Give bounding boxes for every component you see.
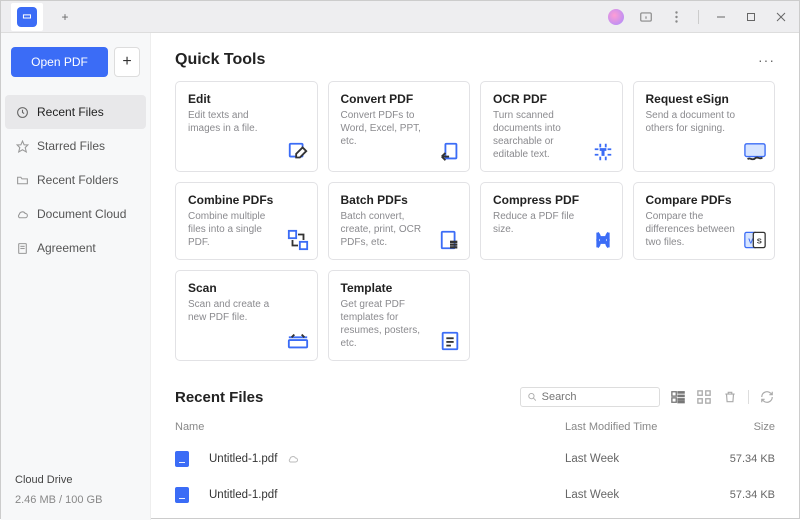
tool-desc: Scan and create a new PDF file. <box>188 298 283 324</box>
cloud-icon <box>15 207 29 221</box>
kebab-menu-icon[interactable] <box>668 9 684 25</box>
col-name: Name <box>175 421 565 433</box>
compress-icon <box>592 229 614 251</box>
add-button[interactable]: + <box>114 47 140 77</box>
star-icon <box>15 139 29 153</box>
tool-title: Request eSign <box>646 92 763 106</box>
recent-files-title: Recent Files <box>175 389 263 406</box>
tool-title: Convert PDF <box>341 92 458 106</box>
compare-icon: VS <box>744 229 766 251</box>
tool-desc: Edit texts and images in a file. <box>188 109 283 135</box>
refresh-icon[interactable] <box>759 389 775 405</box>
grid-view-icon[interactable] <box>696 389 712 405</box>
scan-icon <box>287 330 309 352</box>
cloud-drive-info: Cloud Drive 2.46 MB / 100 GB <box>1 464 150 520</box>
template-icon <box>439 330 461 352</box>
tool-title: Template <box>341 281 458 295</box>
delete-icon[interactable] <box>722 389 738 405</box>
col-size: Size <box>705 421 775 433</box>
tool-desc: Convert PDFs to Word, Excel, PPT, etc. <box>341 109 436 148</box>
new-tab-button[interactable]: + <box>57 9 73 25</box>
col-modified: Last Modified Time <box>565 421 705 433</box>
quick-tools-more[interactable]: ··· <box>758 52 775 68</box>
tool-desc: Compare the differences between two file… <box>646 210 741 249</box>
file-size: 57.34 KB <box>705 453 775 465</box>
tool-desc: Turn scanned documents into searchable o… <box>493 109 588 161</box>
sidebar-item-agreement[interactable]: Agreement <box>1 231 150 265</box>
ocr-icon: T <box>592 141 614 163</box>
file-name: Untitled-1.pdf <box>209 489 277 501</box>
sidebar-item-label: Starred Files <box>37 139 105 153</box>
tool-card-scan[interactable]: Scan Scan and create a new PDF file. <box>175 270 318 361</box>
tool-card-compress-pdf[interactable]: Compress PDF Reduce a PDF file size. <box>480 182 623 260</box>
file-name: Untitled-1.pdf <box>209 453 277 465</box>
title-bar: ▭ + <box>1 1 799 33</box>
tool-desc: Get great PDF templates for resumes, pos… <box>341 298 436 350</box>
file-modified: Last Week <box>565 489 705 501</box>
sidebar-item-label: Recent Files <box>37 105 104 119</box>
tool-title: Edit <box>188 92 305 106</box>
folder-icon <box>15 173 29 187</box>
search-box[interactable] <box>520 387 660 407</box>
svg-text:T: T <box>600 148 605 157</box>
tool-desc: Send a document to others for signing. <box>646 109 741 135</box>
cloud-drive-title: Cloud Drive <box>15 474 136 486</box>
tool-title: OCR PDF <box>493 92 610 106</box>
edit-icon <box>287 141 309 163</box>
cloud-drive-usage: 2.46 MB / 100 GB <box>15 494 136 506</box>
svg-text:S: S <box>757 236 762 245</box>
tool-title: Compare PDFs <box>646 193 763 207</box>
tool-title: Batch PDFs <box>341 193 458 207</box>
esign-icon <box>744 141 766 163</box>
doc-icon <box>15 241 29 255</box>
pdf-file-icon <box>175 451 189 467</box>
open-pdf-button[interactable]: Open PDF <box>11 47 108 77</box>
tool-card-combine-pdfs[interactable]: Combine PDFs Combine multiple files into … <box>175 182 318 260</box>
sidebar-item-label: Document Cloud <box>37 207 126 221</box>
cloud-indicator-icon <box>287 453 299 465</box>
tool-desc: Combine multiple files into a single PDF… <box>188 210 283 249</box>
tool-desc: Batch convert, create, print, OCR PDFs, … <box>341 210 436 249</box>
quick-tools-title: Quick Tools <box>175 51 265 69</box>
tool-card-template[interactable]: Template Get great PDF templates for resu… <box>328 270 471 361</box>
sidebar-item-recent-files[interactable]: Recent Files <box>5 95 146 129</box>
app-logo[interactable]: ▭ <box>11 3 43 31</box>
tool-card-ocr-pdf[interactable]: OCR PDF Turn scanned documents into searc… <box>480 81 623 172</box>
minimize-button[interactable] <box>713 9 729 25</box>
tool-desc: Reduce a PDF file size. <box>493 210 588 236</box>
tool-card-compare-pdfs[interactable]: Compare PDFs Compare the differences betw… <box>633 182 776 260</box>
combine-icon <box>287 229 309 251</box>
file-row[interactable]: Untitled-1.pdf Last Week57.34 KB <box>175 441 775 477</box>
tool-card-edit[interactable]: Edit Edit texts and images in a file. <box>175 81 318 172</box>
maximize-button[interactable] <box>743 9 759 25</box>
file-size: 57.34 KB <box>705 489 775 501</box>
close-button[interactable] <box>773 9 789 25</box>
tool-card-convert-pdf[interactable]: Convert PDF Convert PDFs to Word, Excel, … <box>328 81 471 172</box>
convert-icon <box>439 141 461 163</box>
tool-title: Combine PDFs <box>188 193 305 207</box>
sidebar-item-starred-files[interactable]: Starred Files <box>1 129 150 163</box>
tool-title: Compress PDF <box>493 193 610 207</box>
file-row[interactable]: Untitled-1.pdf Last Week57.34 KB <box>175 477 775 513</box>
tool-title: Scan <box>188 281 305 295</box>
sidebar-item-recent-folders[interactable]: Recent Folders <box>1 163 150 197</box>
list-view-icon[interactable] <box>670 389 686 405</box>
sidebar-item-document-cloud[interactable]: Document Cloud <box>1 197 150 231</box>
batch-icon <box>439 229 461 251</box>
file-modified: Last Week <box>565 453 705 465</box>
sidebar-item-label: Agreement <box>37 241 96 255</box>
pdf-file-icon <box>175 487 189 503</box>
search-input[interactable] <box>542 391 653 403</box>
clock-icon <box>15 105 29 119</box>
sidebar-item-label: Recent Folders <box>37 173 118 187</box>
search-icon <box>527 391 538 403</box>
sidebar: Open PDF + Recent Files Starred Files Re… <box>1 33 151 520</box>
recent-table-header: Name Last Modified Time Size <box>175 417 775 441</box>
tool-card-request-esign[interactable]: Request eSign Send a document to others f… <box>633 81 776 172</box>
main-content: Quick Tools ··· Edit Edit texts and image… <box>151 33 799 520</box>
user-avatar[interactable] <box>608 9 624 25</box>
tool-card-batch-pdfs[interactable]: Batch PDFs Batch convert, create, print, … <box>328 182 471 260</box>
message-icon[interactable] <box>638 9 654 25</box>
